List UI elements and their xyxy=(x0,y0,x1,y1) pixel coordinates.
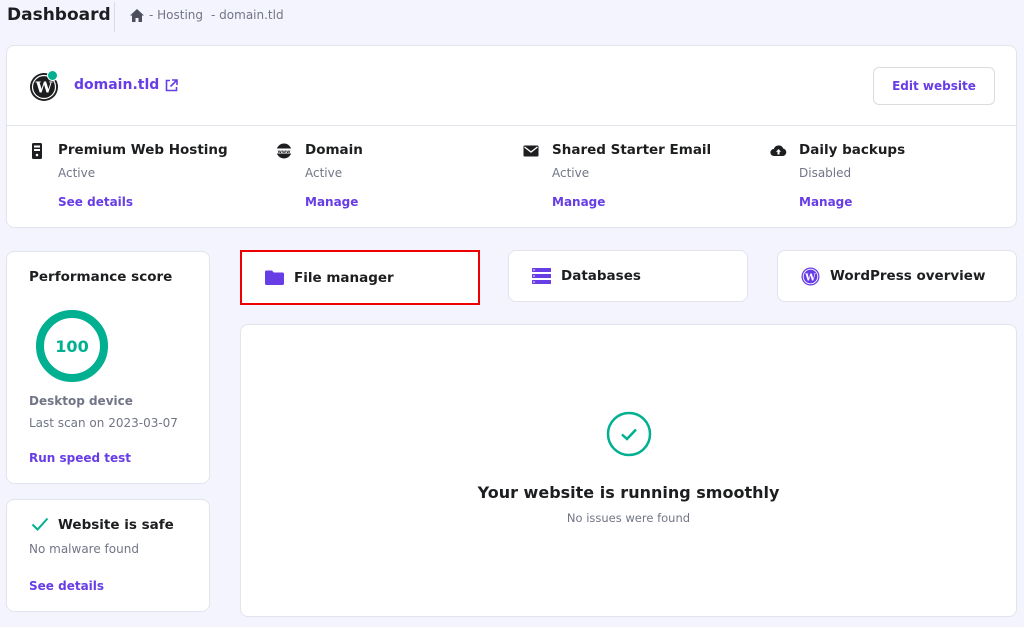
service-title: Premium Web Hosting xyxy=(58,142,228,158)
security-see-details-link[interactable]: See details xyxy=(29,579,104,593)
file-manager-tile[interactable]: File manager xyxy=(240,250,480,305)
tile-label: WordPress overview xyxy=(830,268,986,284)
website-card: W domain.tld Edit website Premium Web Ho… xyxy=(6,45,1017,228)
service-title: Shared Starter Email xyxy=(552,142,712,158)
breadcrumb-domain[interactable]: - domain.tld xyxy=(211,8,284,22)
databases-tile[interactable]: Databases xyxy=(508,250,748,302)
run-speed-test-link[interactable]: Run speed test xyxy=(29,451,131,465)
card-divider xyxy=(7,125,1016,126)
database-icon xyxy=(531,267,551,285)
site-name-link[interactable]: domain.tld xyxy=(74,77,179,93)
wordpress-overview-tile[interactable]: W WordPress overview xyxy=(777,250,1017,302)
see-details-link[interactable]: See details xyxy=(58,195,133,209)
security-subtitle: No malware found xyxy=(29,542,139,556)
page-title: Dashboard xyxy=(7,5,111,25)
checkmark-icon xyxy=(31,517,49,531)
service-title: Domain xyxy=(305,142,363,158)
manage-domain-link[interactable]: Manage xyxy=(305,195,358,209)
last-scan-date: Last scan on 2023-03-07 xyxy=(29,416,178,430)
folder-icon xyxy=(264,269,284,287)
breadcrumb-hosting[interactable]: - Hosting xyxy=(149,8,203,22)
website-status-panel: Your website is running smoothly No issu… xyxy=(240,324,1017,617)
service-title: Daily backups xyxy=(799,142,906,158)
status-title: Your website is running smoothly xyxy=(477,483,780,502)
site-name[interactable]: domain.tld xyxy=(74,77,159,93)
service-status: Active xyxy=(552,166,590,180)
edit-website-button[interactable]: Edit website xyxy=(873,67,995,105)
manage-backups-link[interactable]: Manage xyxy=(799,195,852,209)
status-subtitle: No issues were found xyxy=(566,511,691,525)
svg-text:W: W xyxy=(35,79,54,97)
cloud-upload-icon xyxy=(770,143,787,159)
service-status: Active xyxy=(305,166,343,180)
tile-label: File manager xyxy=(294,269,394,286)
wordpress-icon: W xyxy=(800,267,820,285)
security-title: Website is safe xyxy=(58,517,174,533)
performance-device: Desktop device xyxy=(29,394,133,408)
status-dot xyxy=(47,70,58,81)
service-status: Disabled xyxy=(799,166,852,180)
home-icon[interactable] xyxy=(130,8,144,22)
header-divider xyxy=(114,2,115,32)
svg-text:W: W xyxy=(804,272,816,283)
performance-score-value: 100 xyxy=(55,336,89,356)
manage-email-link[interactable]: Manage xyxy=(552,195,605,209)
breadcrumb: - Hosting - domain.tld xyxy=(130,8,284,22)
security-card: Website is safe No malware found See det… xyxy=(6,499,210,612)
performance-card: Performance score 100 Desktop device Las… xyxy=(6,251,210,484)
check-circle-icon xyxy=(606,411,652,457)
svg-text:www: www xyxy=(278,150,291,155)
server-icon xyxy=(29,143,45,159)
service-status: Active xyxy=(58,166,96,180)
tile-label: Databases xyxy=(561,268,641,284)
external-link-icon[interactable] xyxy=(165,78,179,92)
www-globe-icon: www xyxy=(276,143,292,159)
envelope-icon xyxy=(523,143,539,159)
performance-title: Performance score xyxy=(29,269,173,285)
